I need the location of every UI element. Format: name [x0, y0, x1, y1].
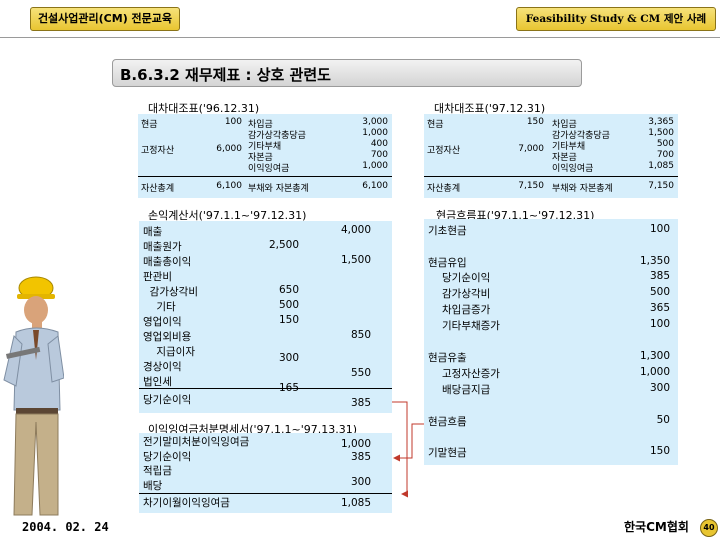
arrow-to-retained-earnings: [393, 423, 424, 462]
footer-date: 2004. 02. 24: [22, 520, 109, 534]
page-number: 40: [700, 519, 718, 537]
footer-org: 한국CM협회: [624, 520, 689, 534]
arrow-net-income-to-cashflow: [392, 401, 408, 498]
relation-arrows: [392, 401, 424, 498]
